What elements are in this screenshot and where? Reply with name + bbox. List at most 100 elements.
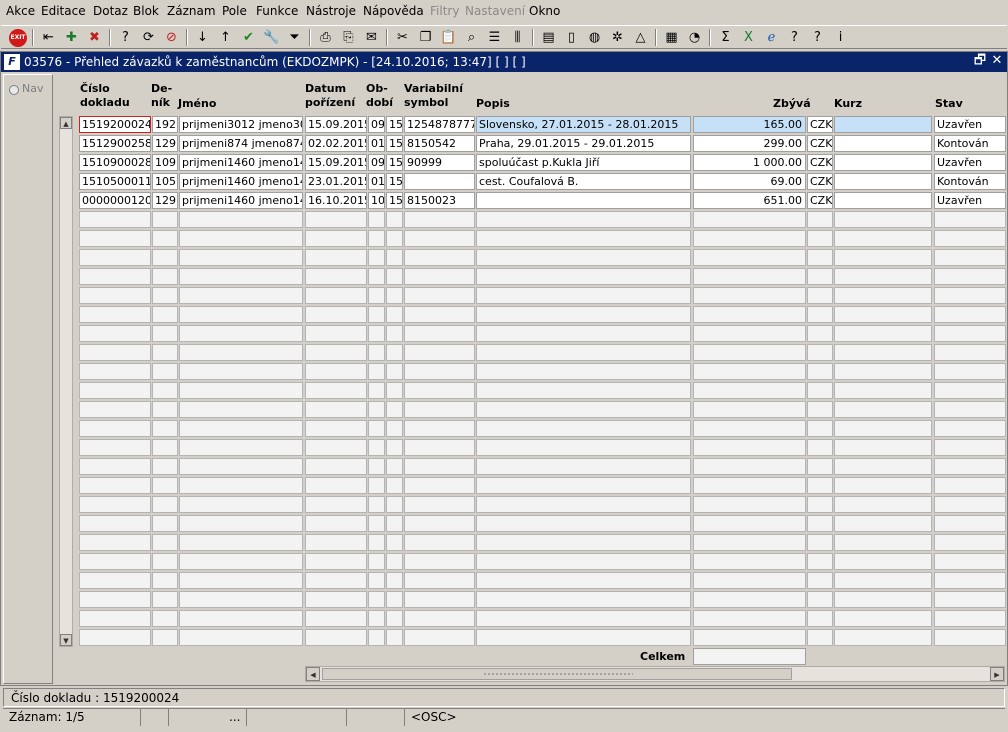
- cell-obd1[interactable]: [368, 496, 385, 513]
- cell-denik[interactable]: [152, 211, 178, 228]
- cell-kurz[interactable]: [834, 458, 932, 475]
- cell-obd1[interactable]: [368, 629, 385, 646]
- cell-zbyva[interactable]: [693, 401, 806, 418]
- cell-doklad[interactable]: [79, 401, 151, 418]
- cell-kurz[interactable]: [834, 211, 932, 228]
- cell-datum[interactable]: [305, 325, 367, 342]
- cell-vs[interactable]: [404, 363, 475, 380]
- cell-stav[interactable]: [934, 268, 1006, 285]
- cell-vs[interactable]: [404, 515, 475, 532]
- cell-obd2[interactable]: [386, 363, 403, 380]
- cell-kurz[interactable]: [834, 306, 932, 323]
- cell-popis[interactable]: [476, 325, 691, 342]
- cell-popis[interactable]: [476, 553, 691, 570]
- cell-mena[interactable]: [807, 211, 833, 228]
- cell-stav[interactable]: Uzavřen: [934, 154, 1006, 171]
- cell-popis[interactable]: [476, 230, 691, 247]
- cell-datum[interactable]: [305, 344, 367, 361]
- cell-vs[interactable]: [404, 534, 475, 551]
- cell-obd1[interactable]: [368, 477, 385, 494]
- info-icon[interactable]: i: [831, 28, 850, 47]
- cell-zbyva[interactable]: [693, 268, 806, 285]
- cancel-query-icon[interactable]: ⊘: [162, 28, 181, 47]
- paste-icon[interactable]: 📋: [439, 28, 458, 47]
- menu-napoveda[interactable]: Nápověda: [363, 4, 424, 18]
- cell-mena[interactable]: [807, 439, 833, 456]
- cell-obd1[interactable]: 09: [368, 154, 385, 171]
- cell-doklad[interactable]: [79, 591, 151, 608]
- execute-query-icon[interactable]: ⟳: [139, 28, 158, 47]
- report-icon[interactable]: ▦: [662, 28, 681, 47]
- cell-mena[interactable]: [807, 534, 833, 551]
- cell-stav[interactable]: [934, 287, 1006, 304]
- cell-doklad[interactable]: [79, 458, 151, 475]
- menu-pole[interactable]: Pole: [222, 4, 247, 18]
- cell-doklad[interactable]: 1510500011: [79, 173, 151, 190]
- cell-obd1[interactable]: [368, 515, 385, 532]
- cell-datum[interactable]: [305, 496, 367, 513]
- cell-popis[interactable]: [476, 249, 691, 266]
- cell-kurz[interactable]: [834, 154, 932, 171]
- cell-mena[interactable]: CZK: [807, 135, 833, 152]
- cell-denik[interactable]: [152, 230, 178, 247]
- cell-zbyva[interactable]: [693, 572, 806, 589]
- cell-denik[interactable]: [152, 268, 178, 285]
- column-header-denik[interactable]: De-ník: [151, 82, 172, 110]
- cell-popis[interactable]: spoluúčast p.Kukla Jiří: [476, 154, 691, 171]
- cell-popis[interactable]: [476, 306, 691, 323]
- cell-zbyva[interactable]: [693, 325, 806, 342]
- cell-zbyva[interactable]: [693, 211, 806, 228]
- cell-jmeno[interactable]: [179, 306, 303, 323]
- cell-datum[interactable]: [305, 439, 367, 456]
- cell-zbyva[interactable]: [693, 458, 806, 475]
- cell-kurz[interactable]: [834, 477, 932, 494]
- cell-obd1[interactable]: [368, 610, 385, 627]
- cell-kurz[interactable]: [834, 173, 932, 190]
- settings-icon[interactable]: ✲: [608, 28, 627, 47]
- cell-kurz[interactable]: [834, 534, 932, 551]
- help-icon[interactable]: ?: [785, 28, 804, 47]
- cell-kurz[interactable]: [834, 135, 932, 152]
- cell-zbyva[interactable]: [693, 306, 806, 323]
- column-header-vs[interactable]: Variabilní symbol: [404, 82, 463, 110]
- cell-mena[interactable]: [807, 363, 833, 380]
- query-icon[interactable]: ?: [116, 28, 135, 47]
- cell-stav[interactable]: [934, 211, 1006, 228]
- column-header-obdobi[interactable]: Ob-dobí: [366, 82, 393, 110]
- cell-popis[interactable]: [476, 458, 691, 475]
- cell-obd1[interactable]: 10: [368, 192, 385, 209]
- cell-jmeno[interactable]: [179, 325, 303, 342]
- cell-obd2[interactable]: 15: [386, 192, 403, 209]
- menu-nastaveni[interactable]: Nastavení: [465, 4, 525, 18]
- cell-kurz[interactable]: [834, 230, 932, 247]
- cell-denik[interactable]: [152, 325, 178, 342]
- cell-datum[interactable]: [305, 553, 367, 570]
- cell-vs[interactable]: [404, 439, 475, 456]
- cell-doklad[interactable]: [79, 249, 151, 266]
- cell-datum[interactable]: [305, 629, 367, 646]
- cell-obd1[interactable]: [368, 553, 385, 570]
- cell-stav[interactable]: [934, 344, 1006, 361]
- cell-stav[interactable]: [934, 230, 1006, 247]
- menu-editace[interactable]: Editace: [41, 4, 86, 18]
- cell-stav[interactable]: [934, 477, 1006, 494]
- cell-jmeno[interactable]: [179, 401, 303, 418]
- cell-stav[interactable]: [934, 439, 1006, 456]
- cell-obd2[interactable]: [386, 553, 403, 570]
- cell-vs[interactable]: [404, 496, 475, 513]
- cell-obd1[interactable]: [368, 401, 385, 418]
- cell-stav[interactable]: Kontován: [934, 135, 1006, 152]
- copy-icon[interactable]: ❐: [416, 28, 435, 47]
- cell-jmeno[interactable]: [179, 572, 303, 589]
- cell-kurz[interactable]: [834, 420, 932, 437]
- cell-mena[interactable]: [807, 287, 833, 304]
- cell-zbyva[interactable]: [693, 344, 806, 361]
- cell-vs[interactable]: [404, 477, 475, 494]
- cell-popis[interactable]: [476, 192, 691, 209]
- cell-doklad[interactable]: [79, 230, 151, 247]
- cell-zbyva[interactable]: 1 000.00: [693, 154, 806, 171]
- cell-vs[interactable]: 90999: [404, 154, 475, 171]
- horizontal-scrollbar[interactable]: ◀ ▶: [305, 666, 1005, 682]
- filter-icon[interactable]: ⏷: [285, 28, 304, 47]
- cell-datum[interactable]: 02.02.2015: [305, 135, 367, 152]
